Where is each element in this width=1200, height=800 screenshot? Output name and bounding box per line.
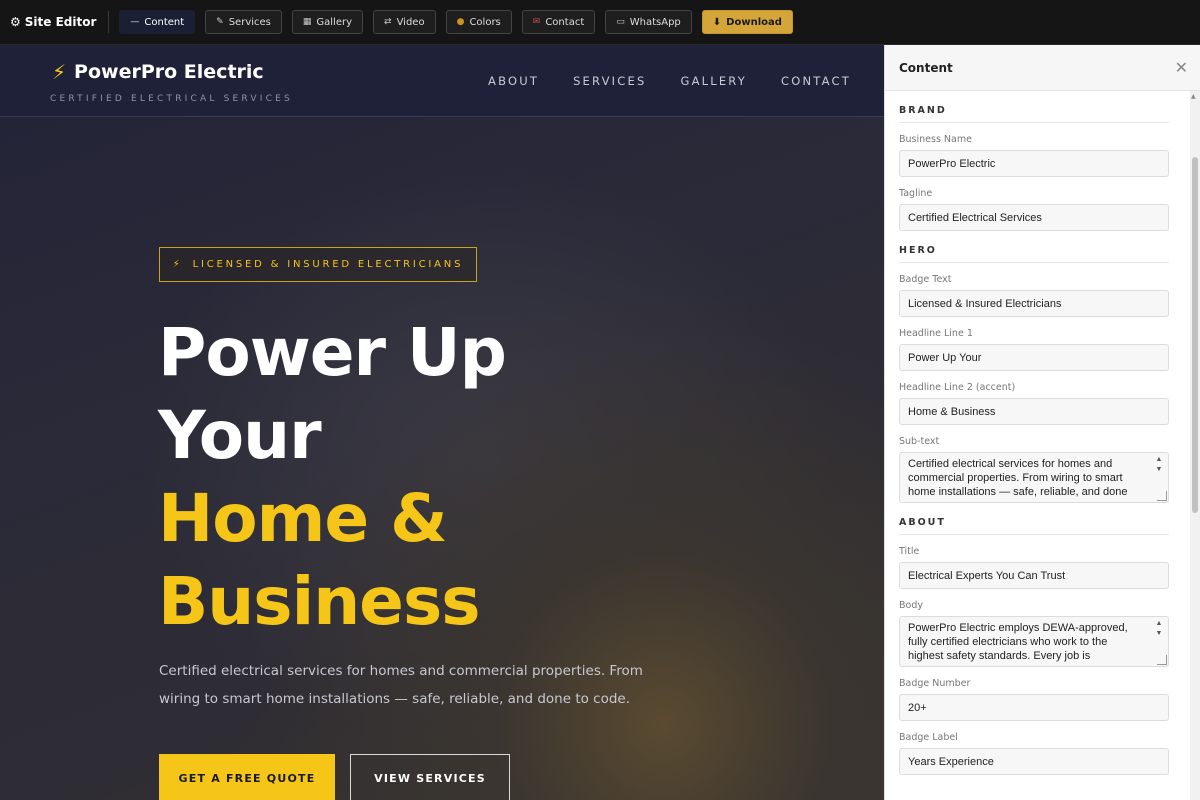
hero-badge: ⚡ Licensed & Insured Electricians [159, 247, 477, 282]
content-button-label: Content [144, 16, 185, 28]
video-button[interactable]: ⇄ Video [373, 10, 436, 34]
services-button[interactable]: ✎ Services [205, 10, 282, 34]
spinner-arrows-icon[interactable]: ▲ ▼ [1153, 619, 1165, 639]
tagline-label: Tagline [899, 188, 933, 199]
headline-line-1a: Power Up [158, 314, 507, 391]
badge-number-input[interactable]: 20+ [899, 694, 1169, 721]
pencil-icon: ✎ [216, 17, 224, 27]
badge-text-label: Badge Text [899, 274, 952, 285]
get-free-quote-button[interactable]: GET A FREE QUOTE [159, 754, 335, 800]
about-body-line-3: highest safety standards. Every job is [908, 650, 1091, 662]
panel-header: Content ✕ [885, 45, 1200, 91]
services-button-label: Services [228, 16, 271, 28]
content-button[interactable]: — Content [119, 10, 196, 34]
editor-toolbar: ⚙ Site Editor — Content ✎ Services ▦ Gal… [0, 0, 1200, 45]
site-editor-brand: ⚙ Site Editor [10, 15, 96, 29]
subtext-line-3: home installations — safe, reliable, and… [908, 486, 1128, 498]
panel-body: Brand Business Name PowerPro Electric Ta… [885, 105, 1200, 775]
colors-button[interactable]: ● Colors [445, 10, 512, 34]
whatsapp-button[interactable]: ▭ WhatsApp [605, 10, 692, 34]
headline-1-label: Headline Line 1 [899, 328, 973, 339]
scrollbar-thumb[interactable] [1192, 157, 1198, 513]
site-tagline: Certified Electrical Services [50, 94, 293, 104]
about-body-label: Body [899, 600, 923, 611]
headline-2-label: Headline Line 2 (accent) [899, 382, 1016, 393]
whatsapp-button-label: WhatsApp [629, 16, 681, 28]
subtext-textarea[interactable]: Certified electrical services for homes … [899, 452, 1169, 503]
lightning-bolt-icon: ⚡ [52, 60, 67, 84]
chat-icon: ▭ [616, 17, 625, 27]
video-icon: ⇄ [384, 17, 392, 27]
site-editor-title: Site Editor [24, 15, 97, 29]
palette-icon: ● [456, 17, 465, 27]
site-nav: ABOUT SERVICES GALLERY CONTACT [488, 74, 851, 88]
download-button[interactable]: ⬇ Download [701, 10, 793, 34]
site-logo[interactable]: ⚡ PowerPro Electric [52, 60, 264, 84]
content-icon: — [130, 17, 140, 27]
close-icon[interactable]: ✕ [1175, 58, 1188, 77]
mailbox-icon: ✉ [532, 17, 541, 27]
subtext-line-2: commercial properties. From wiring to sm… [908, 472, 1123, 484]
badge-label-input[interactable]: Years Experience [899, 748, 1169, 775]
business-name-input[interactable]: PowerPro Electric [899, 150, 1169, 177]
scroll-up-arrow-icon[interactable]: ▲ [1191, 93, 1196, 100]
hero-subtext: Certified electrical services for homes … [159, 657, 659, 713]
resize-grip-icon[interactable] [1157, 491, 1167, 501]
colors-button-label: Colors [469, 16, 501, 28]
video-button-label: Video [396, 16, 425, 28]
panel-title: Content [899, 60, 953, 75]
view-services-button[interactable]: VIEW SERVICES [350, 754, 510, 800]
download-arrow-icon: ⬇ [712, 16, 722, 28]
contact-button-label: Contact [545, 16, 585, 28]
subtext-line-1: Certified electrical services for homes … [908, 458, 1113, 470]
headline-line-1b: Your [158, 397, 322, 474]
gallery-icon: ▦ [302, 17, 312, 27]
gear-icon: ⚙ [10, 15, 21, 29]
headline-line-2b: Business [158, 563, 481, 640]
nav-about[interactable]: ABOUT [488, 74, 539, 88]
content-panel: Content ✕ Brand Business Name PowerPro E… [884, 45, 1200, 800]
hero-subtext-line-1: Certified electrical services for homes … [159, 663, 643, 679]
about-body-textarea[interactable]: PowerPro Electric employs DEWA-approved,… [899, 616, 1169, 667]
resize-grip-icon[interactable] [1157, 655, 1167, 665]
about-title-input[interactable]: Electrical Experts You Can Trust [899, 562, 1169, 589]
spinner-arrows-icon[interactable]: ▲ ▼ [1153, 455, 1165, 475]
badge-label-label: Badge Label [899, 732, 958, 743]
headline-2-input[interactable]: Home & Business [899, 398, 1169, 425]
toolbar-divider [108, 11, 110, 33]
badge-number-label: Badge Number [899, 678, 971, 689]
about-title-label: Title [899, 546, 920, 557]
subtext-label: Sub-text [899, 436, 940, 447]
section-about: About [899, 517, 1169, 535]
download-button-label: Download [726, 16, 782, 28]
lightning-bolt-icon: ⚡ [172, 259, 183, 270]
badge-text-input[interactable]: Licensed & Insured Electricians [899, 290, 1169, 317]
hero-subtext-line-2: wiring to smart home installations — saf… [159, 691, 631, 707]
logo-text: PowerPro Electric [74, 61, 264, 83]
section-brand: Brand [899, 105, 1169, 123]
about-body-line-2: fully certified electricians who work to… [908, 636, 1108, 648]
panel-scrollbar[interactable]: ▲ [1190, 91, 1200, 800]
nav-services[interactable]: SERVICES [573, 74, 646, 88]
section-hero: Hero [899, 245, 1169, 263]
nav-contact[interactable]: CONTACT [781, 74, 851, 88]
gallery-button-label: Gallery [316, 16, 353, 28]
business-name-label: Business Name [899, 134, 972, 145]
contact-button[interactable]: ✉ Contact [521, 10, 596, 34]
headline-line-2a: Home & [158, 480, 448, 557]
gallery-button[interactable]: ▦ Gallery [291, 10, 364, 34]
nav-gallery[interactable]: GALLERY [680, 74, 747, 88]
hero-headline: Power Up Your Home & Business [158, 311, 507, 643]
hero-badge-text: Licensed & Insured Electricians [192, 259, 464, 270]
site-preview: ⚡ PowerPro Electric Certified Electrical… [0, 45, 884, 800]
headline-1-input[interactable]: Power Up Your [899, 344, 1169, 371]
site-header: ⚡ PowerPro Electric Certified Electrical… [0, 45, 884, 117]
tagline-input[interactable]: Certified Electrical Services [899, 204, 1169, 231]
about-body-line-1: PowerPro Electric employs DEWA-approved, [908, 622, 1128, 634]
